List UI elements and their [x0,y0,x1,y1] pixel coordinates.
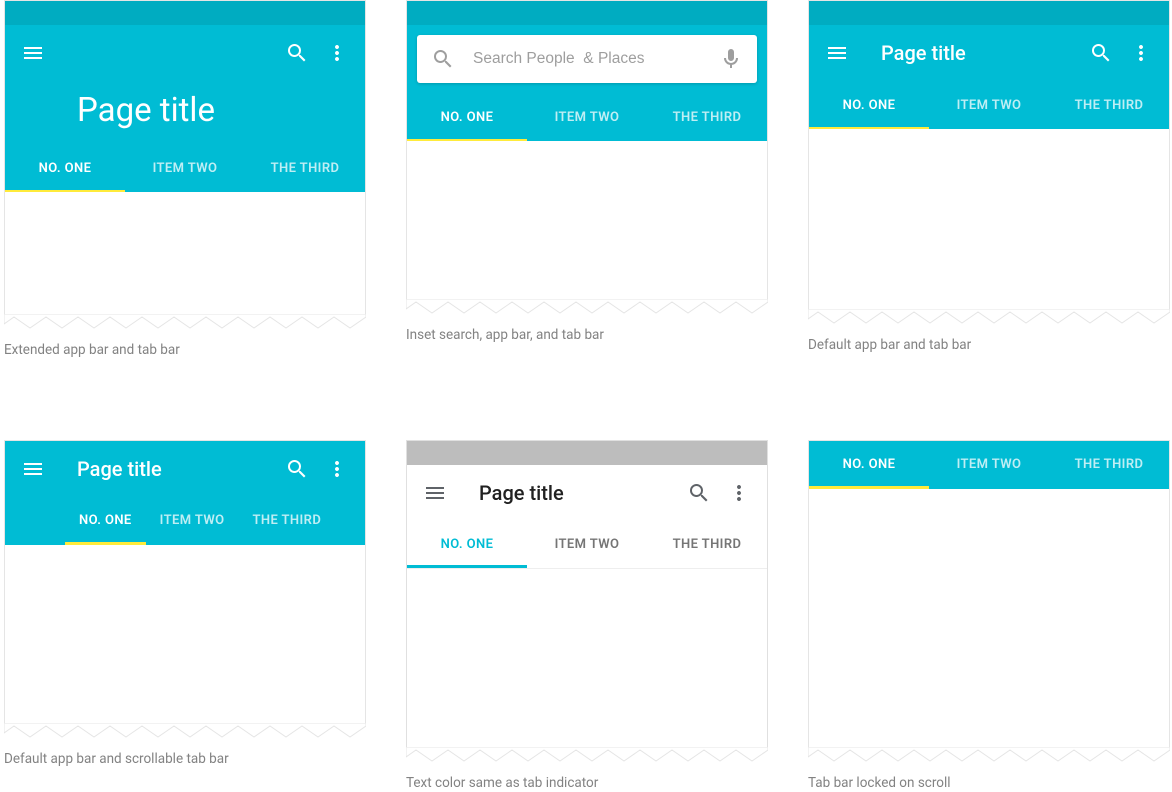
tab-one[interactable]: NO. ONE [65,497,146,545]
example-caption: Text color same as tab indicator [406,775,768,792]
mic-icon[interactable] [719,47,743,71]
tab-bar: NO. ONE ITEM TWO THE THIRD [407,521,767,569]
status-bar [407,441,767,465]
example-locked-tabs: NO. ONE ITEM TWO THE THIRD Tab bar locke… [808,440,1170,792]
app-bar: Page title NO. ONE ITEM TWO THE THIRD [809,25,1169,129]
search-box[interactable] [417,35,757,83]
tab-one[interactable]: NO. ONE [5,144,125,192]
tab-bar: NO. ONE ITEM TWO THE THIRD [809,81,1169,129]
tab-two[interactable]: ITEM TWO [125,144,245,192]
tab-two[interactable]: ITEM TWO [527,521,647,568]
content-area [5,192,365,314]
tab-two[interactable]: ITEM TWO [527,93,647,141]
tab-bar: NO. ONE ITEM TWO THE THIRD [809,441,1169,489]
menu-icon[interactable] [21,457,45,481]
example-caption: Default app bar and tab bar [808,337,1170,355]
page-title: Page title [77,457,269,481]
tab-three[interactable]: THE THIRD [1049,81,1169,129]
menu-icon[interactable] [21,41,45,65]
device-frame: Page title NO. ONE ITEM TWO THE THIRD [808,0,1170,309]
more-vert-icon[interactable] [325,457,349,481]
tab-bar: NO. ONE ITEM TWO THE THIRD [407,93,767,141]
status-bar [5,1,365,25]
search-icon[interactable] [687,481,711,505]
tab-one[interactable]: NO. ONE [809,441,929,489]
tab-three[interactable]: THE THIRD [647,521,767,568]
menu-icon[interactable] [825,41,849,65]
tab-one[interactable]: NO. ONE [407,521,527,568]
device-frame: NO. ONE ITEM TWO THE THIRD [808,440,1170,747]
device-frame: Page title NO. ONE ITEM TWO THE THIRD [4,440,366,723]
tab-one[interactable]: NO. ONE [407,93,527,141]
example-caption: Tab bar locked on scroll [808,775,1170,792]
example-scrollable-tabs: Page title NO. ONE ITEM TWO THE THIRD De… [4,440,366,792]
more-vert-icon[interactable] [727,481,751,505]
content-area [407,141,767,299]
example-caption: Default app bar and scrollable tab bar [4,751,366,769]
search-icon[interactable] [285,41,309,65]
content-area [407,569,767,747]
example-inset-search: NO. ONE ITEM TWO THE THIRD Inset search,… [406,0,768,360]
app-bar: NO. ONE ITEM TWO THE THIRD [407,25,767,141]
status-bar [407,1,767,25]
device-frame: NO. ONE ITEM TWO THE THIRD [406,0,768,299]
page-title: Page title [881,41,1073,65]
tab-one[interactable]: NO. ONE [809,81,929,129]
content-area [809,489,1169,747]
status-bar [809,1,1169,25]
example-caption: Inset search, app bar, and tab bar [406,327,768,345]
app-bar: Page title NO. ONE ITEM TWO THE THIRD [5,441,365,545]
app-bar: Page title [407,465,767,521]
menu-icon[interactable] [423,481,447,505]
tab-bar: NO. ONE ITEM TWO THE THIRD [5,144,365,192]
content-area [5,545,365,723]
tab-two[interactable]: ITEM TWO [929,81,1049,129]
more-vert-icon[interactable] [325,41,349,65]
content-area [809,129,1169,309]
search-input[interactable] [473,50,701,68]
tab-three[interactable]: THE THIRD [1049,441,1169,489]
example-light-theme: Page title NO. ONE ITEM TWO THE THIRD Te… [406,440,768,792]
extended-app-bar: Page title NO. ONE ITEM TWO THE THIRD [5,25,365,192]
tab-two[interactable]: ITEM TWO [146,497,239,545]
device-frame: Page title NO. ONE ITEM TWO THE THIRD [4,0,366,314]
page-title: Page title [479,481,671,505]
page-title: Page title [5,81,365,144]
tab-bar-scrollable[interactable]: NO. ONE ITEM TWO THE THIRD [5,497,365,545]
more-vert-icon[interactable] [1129,41,1153,65]
tab-bar-locked: NO. ONE ITEM TWO THE THIRD [809,441,1169,489]
search-icon [431,47,455,71]
tab-three[interactable]: THE THIRD [647,93,767,141]
example-default-appbar: Page title NO. ONE ITEM TWO THE THIRD De… [808,0,1170,360]
tab-two[interactable]: ITEM TWO [929,441,1049,489]
example-caption: Extended app bar and tab bar [4,342,366,360]
device-frame: Page title NO. ONE ITEM TWO THE THIRD [406,440,768,747]
search-icon[interactable] [285,457,309,481]
tab-three[interactable]: THE THIRD [239,497,336,545]
example-extended-appbar: Page title NO. ONE ITEM TWO THE THIRD Ex… [4,0,366,360]
tab-three[interactable]: THE THIRD [245,144,365,192]
search-icon[interactable] [1089,41,1113,65]
